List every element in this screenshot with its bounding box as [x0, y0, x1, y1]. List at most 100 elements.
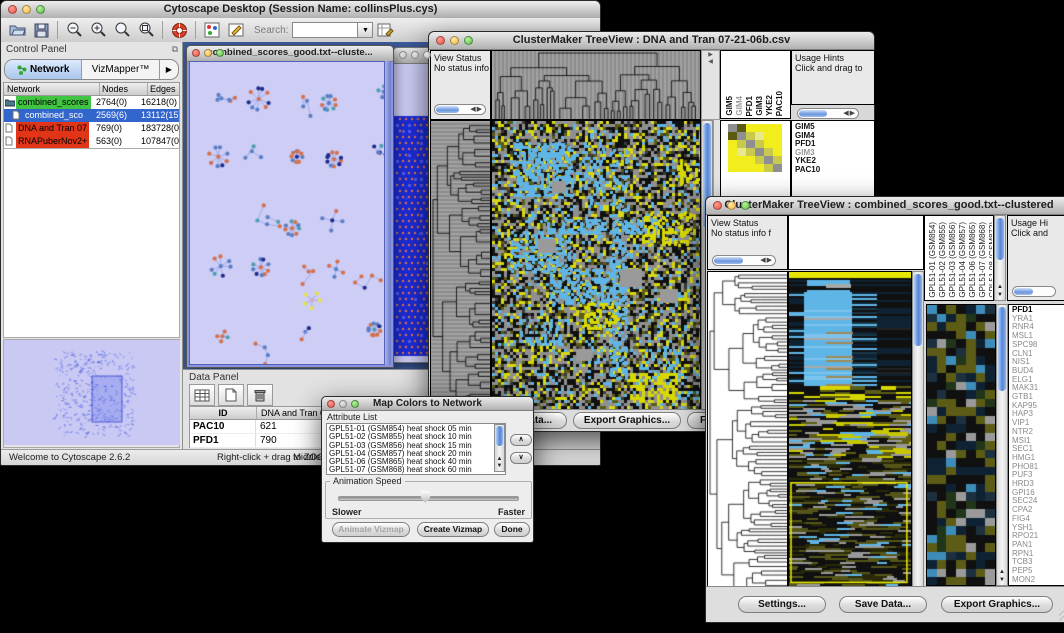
matrix-cell[interactable]: [737, 140, 746, 148]
tv2-heatmap-vscrollbar[interactable]: ▲▼: [912, 271, 924, 605]
zoom-in-icon[interactable]: [87, 20, 109, 40]
zoom-button[interactable]: [351, 400, 359, 408]
matrix-cell[interactable]: [755, 148, 764, 156]
tv2-status-scrollbar[interactable]: ◀▶: [712, 255, 776, 266]
network-window-titlebar[interactable]: combined_scores_good.txt--cluste...: [187, 46, 393, 62]
vizmap-icon[interactable]: [201, 20, 223, 40]
network-vertical-scrollbar[interactable]: [385, 61, 391, 365]
matrix-cell[interactable]: [728, 132, 737, 140]
move-up-button[interactable]: ∧: [510, 434, 532, 446]
close-button[interactable]: [327, 400, 335, 408]
matrix-cell[interactable]: [773, 164, 782, 172]
matrix-cell[interactable]: [746, 140, 755, 148]
matrix-cell[interactable]: [746, 132, 755, 140]
data-col-id[interactable]: ID: [190, 407, 257, 419]
tv2-export-graphics-button[interactable]: Export Graphics...: [941, 596, 1053, 613]
minimize-button[interactable]: [204, 49, 212, 57]
minimize-button[interactable]: [727, 201, 736, 210]
create-vizmap-button[interactable]: Create Vizmap: [417, 522, 489, 537]
tv1-row-dendrogram[interactable]: [430, 120, 491, 412]
zoom-selected-icon[interactable]: [111, 20, 133, 40]
tv2-column-label[interactable]: GPL51-06 (GSM865): [968, 222, 977, 298]
save-icon[interactable]: [30, 20, 52, 40]
matrix-cell[interactable]: [737, 156, 746, 164]
close-button[interactable]: [192, 49, 200, 57]
zoom-out-icon[interactable]: [63, 20, 85, 40]
speed-slider-thumb[interactable]: [420, 491, 431, 503]
tv2-usage-scrollbar[interactable]: [1012, 286, 1056, 297]
col-header-edges[interactable]: Edges: [148, 83, 179, 95]
tv2-labels-vscrollbar[interactable]: ▲▼: [994, 215, 1006, 301]
tv1-heatmap[interactable]: [491, 120, 701, 412]
dialog-titlebar[interactable]: Map Colors to Network: [322, 397, 533, 411]
new-attribute-icon[interactable]: [218, 384, 244, 406]
tab-vizmapper[interactable]: VizMapper™: [82, 60, 158, 79]
tv1-export-graphics-button[interactable]: Export Graphics...: [573, 412, 681, 429]
treeview1-titlebar[interactable]: ClusterMaker TreeView : DNA and Tran 07-…: [429, 32, 874, 50]
close-button[interactable]: [8, 5, 17, 14]
tv2-column-label[interactable]: GPL51-03 (GSM856): [948, 222, 957, 298]
network-canvas[interactable]: [190, 62, 384, 364]
tv1-column-label[interactable]: GIM3: [755, 96, 764, 116]
tv2-settings-button[interactable]: Settings...: [738, 596, 826, 613]
help-icon[interactable]: [168, 20, 190, 40]
tv1-column-label[interactable]: PAC10: [775, 91, 784, 116]
matrix-cell[interactable]: [773, 148, 782, 156]
tv2-top-dendrogram-area[interactable]: [788, 215, 924, 270]
matrix-cell[interactable]: [737, 164, 746, 172]
network-name-cell[interactable]: combined_scores: [4, 96, 96, 109]
main-titlebar[interactable]: Cytoscape Desktop (Session Name: collins…: [1, 1, 600, 19]
attribute-list-vscrollbar[interactable]: ▲▼: [494, 424, 505, 472]
attribute-table-icon[interactable]: [189, 384, 215, 406]
treeview2-titlebar[interactable]: ClusterMaker TreeView : combined_scores_…: [706, 197, 1064, 215]
matrix-cell[interactable]: [773, 124, 782, 132]
matrix-cell[interactable]: [728, 124, 737, 132]
zoom-button[interactable]: [741, 201, 750, 210]
matrix-cell[interactable]: [764, 148, 773, 156]
minimize-button[interactable]: [411, 51, 419, 59]
matrix-cell[interactable]: [755, 140, 764, 148]
matrix-cell[interactable]: [755, 124, 764, 132]
tv1-splitter-strip[interactable]: ▶◀: [701, 50, 720, 120]
network-name-cell[interactable]: combined_sco: [4, 109, 96, 122]
matrix-cell[interactable]: [764, 156, 773, 164]
matrix-cell[interactable]: [755, 132, 764, 140]
tv1-column-label[interactable]: PFD1: [745, 96, 754, 116]
tv1-column-label[interactable]: GIM5: [725, 96, 734, 116]
matrix-cell[interactable]: [746, 156, 755, 164]
tv1-column-label[interactable]: GIM4: [735, 96, 744, 116]
resize-grip[interactable]: [1059, 609, 1064, 621]
tv1-status-scrollbar[interactable]: ◀▶: [434, 104, 486, 115]
close-button[interactable]: [436, 36, 445, 45]
tv2-genes-vscrollbar[interactable]: ▲▼: [996, 304, 1008, 586]
zoom-button[interactable]: [216, 49, 224, 57]
network-row[interactable]: RNAPuberNov2+563(0)107847(0): [4, 135, 179, 148]
matrix-cell[interactable]: [746, 164, 755, 172]
zoom-button[interactable]: [423, 51, 431, 59]
annotation-icon[interactable]: [225, 20, 247, 40]
matrix-cell[interactable]: [737, 124, 746, 132]
minimize-button[interactable]: [450, 36, 459, 45]
network-row[interactable]: combined_sco2569(6)13112(15): [4, 109, 179, 122]
animate-vizmap-button[interactable]: Animate Vizmap: [332, 522, 410, 537]
tv1-row-label[interactable]: PAC10: [795, 166, 874, 175]
matrix-cell[interactable]: [737, 132, 746, 140]
matrix-cell[interactable]: [728, 140, 737, 148]
close-button[interactable]: [713, 201, 722, 210]
zoom-fit-icon[interactable]: [135, 20, 157, 40]
matrix-cell[interactable]: [764, 140, 773, 148]
close-button[interactable]: [399, 51, 407, 59]
matrix-cell[interactable]: [746, 124, 755, 132]
tv2-heatmap[interactable]: [788, 271, 912, 605]
move-down-button[interactable]: ∨: [510, 452, 532, 464]
tv2-save-data-button[interactable]: Save Data...: [839, 596, 927, 613]
tv2-zoom-heatmap[interactable]: [926, 304, 996, 586]
tv1-usage-scrollbar[interactable]: ◀▶: [797, 108, 859, 119]
matrix-cell[interactable]: [737, 148, 746, 156]
search-dropdown-button[interactable]: ▼: [358, 22, 373, 38]
matrix-cell[interactable]: [764, 132, 773, 140]
done-button[interactable]: Done: [494, 522, 530, 537]
attribute-listbox[interactable]: GPL51-01 (GSM854) heat shock 05 minGPL51…: [326, 423, 506, 475]
tv1-column-dendrogram[interactable]: [491, 50, 701, 120]
network-name-cell[interactable]: RNAPuberNov2+: [4, 135, 96, 148]
